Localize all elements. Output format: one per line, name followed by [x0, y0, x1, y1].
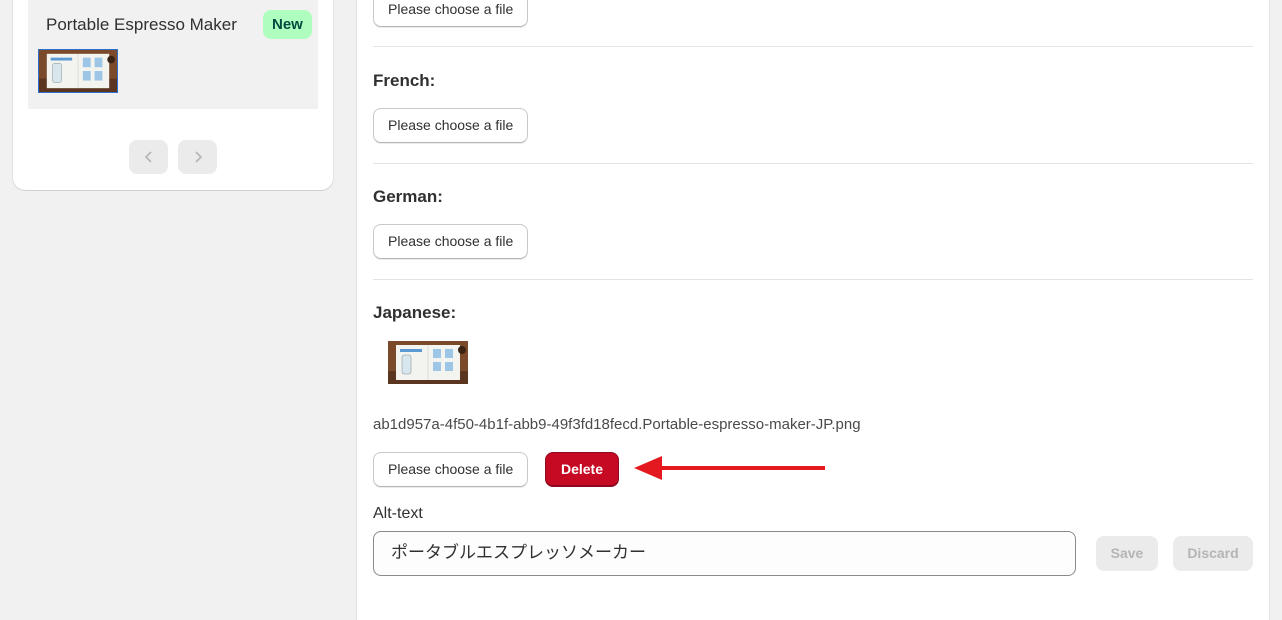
japanese-filename: ab1d957a-4f50-4b1f-abb9-49f3fd18fecd.Por…	[373, 416, 861, 433]
chevron-left-icon	[144, 151, 152, 163]
alt-text-label: Alt-text	[373, 505, 423, 522]
product-title: Portable Espresso Maker	[46, 15, 237, 34]
translation-files-panel: Please choose a file French: Please choo…	[357, 0, 1269, 620]
next-button[interactable]	[178, 140, 217, 174]
divider	[373, 279, 1253, 280]
choose-file-button-german[interactable]: Please choose a file	[373, 224, 529, 259]
divider	[373, 163, 1253, 164]
product-card: Portable Espresso Maker New	[13, 0, 333, 190]
save-button[interactable]: Save	[1096, 536, 1158, 571]
status-badge: New	[263, 10, 312, 39]
delete-button[interactable]: Delete	[545, 452, 619, 487]
french-label: French:	[373, 71, 436, 90]
japanese-label: Japanese:	[373, 303, 457, 322]
discard-button[interactable]: Discard	[1173, 536, 1253, 571]
japanese-image-thumbnail	[388, 341, 468, 384]
product-tile[interactable]: Portable Espresso Maker New	[28, 0, 318, 109]
alt-text-input[interactable]: ポータブルエスプレッソメーカー	[373, 531, 1076, 576]
divider	[373, 46, 1253, 47]
previous-button[interactable]	[129, 140, 168, 174]
choose-file-button-japanese[interactable]: Please choose a file	[373, 452, 529, 487]
chevron-right-icon	[194, 151, 202, 163]
german-label: German:	[373, 187, 443, 206]
product-thumbnail[interactable]	[38, 49, 118, 93]
choose-file-button-french[interactable]: Please choose a file	[373, 108, 529, 143]
choose-file-button-previous[interactable]: Please choose a file	[373, 0, 529, 27]
annotation-arrow-icon	[634, 456, 825, 480]
